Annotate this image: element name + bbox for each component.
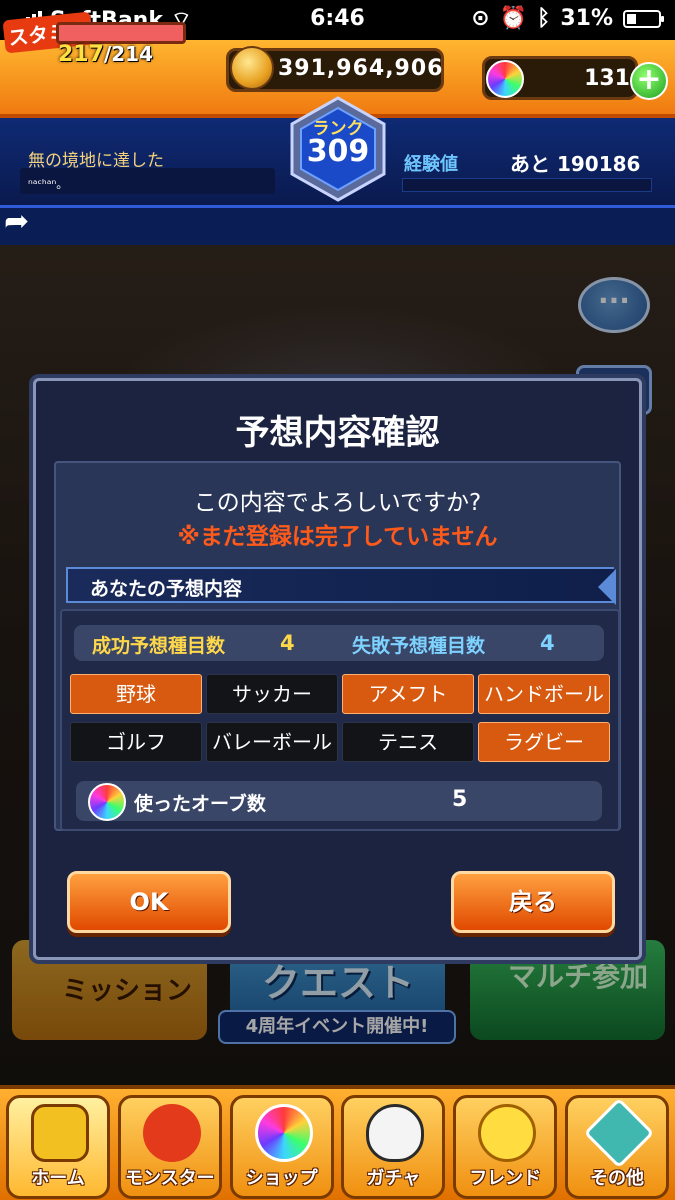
nav-label: モンスター bbox=[124, 1168, 215, 1189]
rank-value: 309 bbox=[306, 134, 370, 169]
nav-other[interactable]: その他 bbox=[564, 1095, 669, 1199]
dialog-title: 予想内容確認 bbox=[235, 413, 440, 453]
nav-label: ショップ bbox=[245, 1168, 318, 1189]
orbs-used-value: 5 bbox=[452, 787, 468, 812]
nav-home[interactable]: ホーム bbox=[6, 1095, 110, 1199]
coin-value: 391,964,906 bbox=[278, 56, 444, 81]
exp-bar bbox=[402, 178, 652, 192]
alarm-icon: ⏰ bbox=[499, 6, 528, 31]
nav-gacha[interactable]: ガチャ bbox=[341, 1095, 446, 1199]
home-icon bbox=[31, 1104, 89, 1162]
battery-icon bbox=[623, 9, 664, 28]
stamina-bar bbox=[56, 22, 186, 44]
section-label: あなたの予想内容 bbox=[90, 578, 243, 600]
back-arrow-icon[interactable]: ➦ bbox=[4, 204, 29, 239]
other-icon bbox=[583, 1097, 655, 1169]
orbs-used-label: 使ったオーブ数 bbox=[134, 793, 266, 815]
sport-cell: バレーボール bbox=[206, 722, 338, 762]
sport-cell: 野球 bbox=[70, 674, 202, 714]
fail-count-value: 4 bbox=[540, 631, 555, 655]
bluetooth-icon: ᛒ bbox=[537, 6, 551, 31]
monster-icon bbox=[142, 1104, 201, 1162]
friend-icon bbox=[478, 1104, 537, 1162]
sport-cell: ゴルフ bbox=[70, 722, 202, 762]
rotation-lock-icon: ⊙ bbox=[471, 6, 490, 31]
nav-shop[interactable]: ショップ bbox=[229, 1095, 334, 1199]
stamina-value: 217/214 bbox=[58, 42, 153, 67]
success-count-value: 4 bbox=[280, 631, 295, 655]
orb-icon bbox=[486, 60, 524, 98]
exp-label: 経験値 bbox=[404, 154, 458, 175]
sport-cell: サッカー bbox=[206, 674, 338, 714]
nav-friend[interactable]: フレンド bbox=[453, 1095, 558, 1199]
ok-button[interactable]: OK bbox=[67, 871, 231, 933]
sport-cell: ハンドボール bbox=[478, 674, 610, 714]
sport-grid: 野球 サッカー アメフト ハンドボール ゴルフ バレーボール テニス ラグビー bbox=[70, 674, 610, 762]
fail-count-label: 失敗予想種目数 bbox=[352, 635, 486, 657]
stamina-max: /214 bbox=[103, 42, 153, 66]
confirm-message: この内容でよろしいですか? bbox=[193, 490, 482, 516]
back-button[interactable]: 戻る bbox=[451, 871, 615, 933]
nav-label: ガチャ bbox=[366, 1168, 421, 1189]
exp-remaining: あと 190186 bbox=[510, 152, 641, 176]
orb-icon bbox=[88, 783, 126, 821]
bottom-nav: ホーム モンスター ショップ ガチャ フレンド その他 bbox=[0, 1085, 675, 1200]
warning-message: ※まだ登録は完了していません bbox=[177, 524, 498, 550]
battery-percent: 31% bbox=[560, 6, 613, 31]
nav-label: フレンド bbox=[469, 1168, 542, 1189]
sport-cell: アメフト bbox=[342, 674, 474, 714]
buy-orbs-button[interactable]: + bbox=[630, 62, 668, 100]
nav-label: その他 bbox=[589, 1168, 644, 1189]
player-name: ⁿᵃᶜʰᵃⁿ。 bbox=[28, 177, 69, 191]
orb-value: 131 bbox=[584, 66, 630, 91]
nav-monster[interactable]: モンスター bbox=[117, 1095, 222, 1199]
sport-cell: テニス bbox=[342, 722, 474, 762]
confirm-dialog: 予想内容確認 この内容でよろしいですか? ※まだ登録は完了していません あなたの… bbox=[33, 378, 642, 960]
rank-badge: ランク 309 bbox=[285, 96, 391, 202]
gacha-egg-icon bbox=[366, 1104, 425, 1162]
sport-cell: ラグビー bbox=[478, 722, 610, 762]
player-title: 無の境地に達した bbox=[28, 151, 164, 171]
coin-icon bbox=[230, 46, 274, 90]
success-count-label: 成功予想種目数 bbox=[92, 635, 226, 657]
nav-label: ホーム bbox=[31, 1168, 85, 1189]
stamina-current: 217 bbox=[58, 42, 104, 67]
shop-orb-icon bbox=[254, 1104, 313, 1162]
section-header: あなたの予想内容 bbox=[66, 567, 616, 605]
